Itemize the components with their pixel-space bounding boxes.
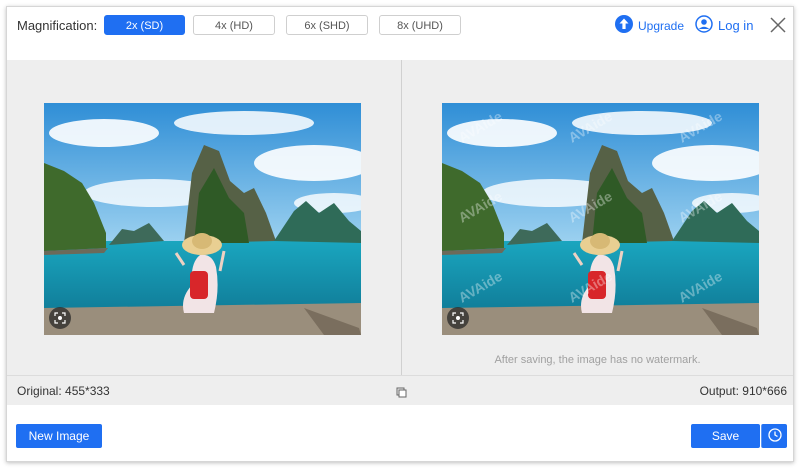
output-image: AVAide AVAide AVAide AVAide AVAide AVAid… xyxy=(442,103,759,335)
copy-icon[interactable] xyxy=(396,385,407,398)
magnification-label: Magnification: xyxy=(17,18,98,33)
user-icon xyxy=(695,15,713,36)
clock-icon xyxy=(767,427,782,445)
upgrade-label: Upgrade xyxy=(638,18,685,33)
login-link[interactable]: Log in xyxy=(695,15,753,36)
history-button[interactable] xyxy=(761,424,787,448)
save-button[interactable]: Save xyxy=(691,424,760,448)
header: Magnification: 2x (SD) 4x (HD) 6x (SHD) … xyxy=(7,7,793,63)
output-size: Output: 910*666 xyxy=(699,384,787,398)
size-info-bar: Original: 455*333 Output: 910*666 xyxy=(7,375,793,405)
original-preview-pane xyxy=(7,60,401,375)
original-size: Original: 455*333 xyxy=(17,384,110,398)
compare-icon[interactable] xyxy=(447,307,469,329)
upgrade-arrow-icon xyxy=(615,15,633,36)
compare-icon[interactable] xyxy=(49,307,71,329)
output-preview-pane: AVAide AVAide AVAide AVAide AVAide AVAid… xyxy=(402,60,793,375)
no-watermark-note: After saving, the image has no watermark… xyxy=(494,354,701,366)
mag-option-8x[interactable]: 8x (UHD) xyxy=(379,15,461,35)
mag-option-6x[interactable]: 6x (SHD) xyxy=(286,15,368,35)
upgrade-link[interactable]: Upgrade xyxy=(615,15,684,36)
login-label: Log in xyxy=(718,18,754,33)
original-image xyxy=(44,103,361,335)
new-image-button[interactable]: New Image xyxy=(16,424,102,448)
mag-option-4x[interactable]: 4x (HD) xyxy=(193,15,275,35)
mag-option-2x[interactable]: 2x (SD) xyxy=(104,15,185,35)
upscaler-dialog: Magnification: 2x (SD) 4x (HD) 6x (SHD) … xyxy=(6,6,794,462)
close-icon[interactable] xyxy=(770,17,786,33)
